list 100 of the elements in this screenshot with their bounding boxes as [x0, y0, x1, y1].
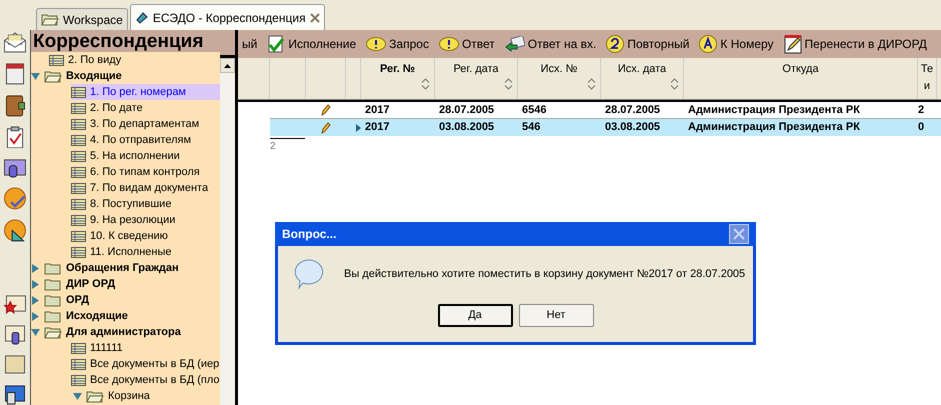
table-cell-text: 28.07.2005 — [604, 102, 662, 118]
toolbar-button[interactable]: Перенести в ДИРОРД — [784, 34, 927, 54]
tree-item[interactable]: Все документы в БД (пло — [71, 372, 220, 388]
collapse-arrow-icon[interactable] — [73, 392, 82, 400]
table-cell-text: 6546 — [521, 102, 548, 118]
tree-item[interactable]: 1. По рег. номерам — [71, 84, 220, 100]
tree-item[interactable]: 11. Исполненые — [71, 244, 220, 260]
scrollbar[interactable] — [220, 58, 235, 405]
tree-item[interactable]: 6. По типам контроля — [71, 164, 220, 180]
envelope-icon[interactable] — [3, 32, 27, 53]
scroll-up-arrow-icon[interactable] — [224, 64, 231, 68]
toolbar-button[interactable]: ый — [242, 35, 258, 53]
grid-icon — [71, 118, 86, 130]
checklist-icon — [267, 35, 286, 53]
group-check-icon[interactable] — [3, 187, 27, 210]
column-header[interactable]: Исх. дата — [601, 58, 684, 99]
wallet-icon[interactable] — [4, 94, 26, 117]
tree-item[interactable]: 10. К сведению — [71, 228, 220, 244]
dialog-button[interactable]: Нет — [518, 304, 594, 327]
table-cell-text: Администрация Президента РК — [687, 120, 861, 136]
tree-item[interactable]: 7. По видам документа — [71, 180, 220, 196]
collapse-arrow-icon[interactable] — [31, 328, 40, 336]
dialog-button[interactable]: Да — [438, 304, 512, 327]
open-folder-icon — [41, 13, 59, 26]
grid-icon — [71, 246, 86, 258]
table-cell-text: 546 — [521, 120, 542, 136]
grid-icon — [71, 358, 86, 370]
tree-item[interactable]: ДИР ОРД — [66, 276, 116, 292]
exclamation-icon — [366, 37, 386, 51]
grid-icon — [71, 182, 86, 194]
grid-icon — [49, 54, 64, 66]
column-header[interactable]: Исх. № — [518, 58, 601, 99]
sort-icon[interactable] — [587, 78, 596, 90]
grid-icon — [71, 374, 86, 386]
grid-icon — [71, 198, 86, 210]
sort-icon[interactable] — [421, 78, 430, 90]
grid-icon — [71, 86, 86, 98]
tree-item[interactable]: ОРД — [66, 292, 90, 308]
tree-item[interactable]: 9. На резолюции — [71, 212, 220, 228]
column-header[interactable]: Рег. № — [361, 58, 435, 99]
table-cell-text: 2 — [918, 102, 926, 118]
star-folder-icon[interactable] — [3, 294, 27, 316]
tree-item[interactable]: Обращения Граждан — [66, 260, 179, 276]
tree-item[interactable]: 3. По департаментам — [71, 116, 220, 132]
tree-item[interactable]: 5. На исполнении — [71, 148, 220, 164]
toolbar-button[interactable]: Повторный — [606, 35, 690, 53]
toolbar-button[interactable]: Ответ — [438, 35, 495, 53]
grid-icon — [71, 214, 86, 226]
table-cell-text: 03.08.2005 — [604, 120, 662, 136]
tree-item[interactable]: 8. Поступившие — [71, 196, 220, 212]
toolbar-button[interactable]: Исполнение — [267, 35, 356, 53]
tree-item[interactable]: 2. По дате — [71, 100, 220, 116]
sort-icon[interactable] — [670, 78, 679, 90]
tree-item[interactable]: Исходящие — [66, 308, 128, 324]
tab[interactable]: ЕСЭДО - Корреспонденция — [130, 4, 325, 30]
calendar-icon[interactable] — [4, 62, 26, 85]
table-cell-text: 03.08.2005 — [438, 120, 496, 136]
clipboard-check-icon[interactable] — [5, 126, 25, 148]
number-two-icon — [606, 35, 624, 53]
grid-icon — [71, 150, 86, 162]
table-cell-text: 2017 — [364, 102, 390, 118]
grid-icon — [71, 134, 86, 146]
grid-icon — [71, 102, 86, 114]
close-icon[interactable] — [310, 12, 320, 22]
tree-item[interactable]: Для администратора — [66, 324, 181, 340]
row-count: 2 — [270, 138, 305, 154]
grid-icon — [71, 230, 86, 242]
tree-item[interactable]: Входящие — [66, 68, 122, 84]
grid-icon — [71, 342, 86, 354]
exclamation-icon — [438, 37, 459, 51]
tree-item[interactable]: 4. По отправителям — [71, 132, 220, 148]
column-header[interactable]: Те и — [918, 58, 937, 99]
letter-a-icon — [699, 35, 718, 53]
tree-item[interactable]: 111111 — [71, 340, 220, 356]
table-cell-text: Администрация Президента РК — [687, 102, 861, 118]
pencil-icon[interactable] — [321, 122, 331, 134]
open-folder-icon — [86, 390, 104, 402]
open-folder-icon — [44, 70, 62, 82]
grid-icon — [71, 166, 86, 178]
table-cell-text: 0 — [918, 120, 926, 136]
current-row-arrow-icon — [356, 124, 361, 132]
column-header[interactable]: Откуда — [684, 58, 918, 99]
dialog-message: Вы действительно хотите поместить в корзину документ №2017 от 28.07.2005 — [344, 266, 746, 282]
dialog-title: Вопрос... — [282, 226, 336, 243]
toolbar-button[interactable]: К Номеру — [699, 35, 774, 53]
toolbar-button[interactable]: Запрос — [366, 35, 429, 53]
table-cell-text: 2017 — [364, 120, 390, 136]
table-cell-text: 28.07.2005 — [438, 102, 496, 118]
tab[interactable]: Workspace — [36, 8, 128, 30]
question-bubble-icon — [292, 258, 324, 290]
collapse-arrow-icon[interactable] — [31, 72, 40, 80]
close-button[interactable] — [729, 224, 749, 244]
sort-icon[interactable] — [504, 78, 513, 90]
column-header[interactable]: Рег. дата — [435, 58, 518, 99]
tree-item[interactable]: Все документы в БД (иер — [71, 356, 220, 372]
pencil-icon[interactable] — [321, 104, 331, 116]
arrow-document-icon — [504, 36, 525, 52]
tree-item[interactable]: Корзина — [108, 388, 150, 404]
toolbar-button[interactable]: Ответ на вх. — [504, 35, 596, 53]
open-folder-icon — [44, 326, 62, 338]
